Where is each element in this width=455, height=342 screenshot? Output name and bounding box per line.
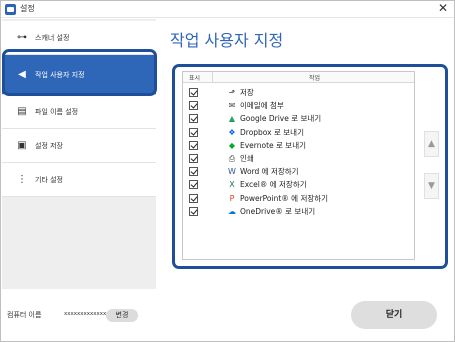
- task-list-item[interactable]: ⎙ 인쇄: [183, 152, 414, 166]
- show-checkbox[interactable]: [189, 180, 198, 190]
- task-list-item[interactable]: ▲ Google Drive 로 보내기: [183, 112, 414, 126]
- move-up-button[interactable]: ▲: [424, 131, 439, 157]
- task-label: Word 에 저장하기: [240, 167, 299, 177]
- task-list-item[interactable]: ☁ OneDrive® 로 보내기: [183, 205, 414, 219]
- google-drive-icon: ▲: [228, 114, 236, 124]
- file-name-icon: ▤: [17, 106, 27, 117]
- sidebar-item-other-settings[interactable]: ⋮ 기타 설정: [2, 163, 156, 197]
- task-label: 저장: [240, 88, 254, 97]
- word-icon: W: [228, 167, 236, 177]
- show-checkbox[interactable]: [189, 167, 198, 177]
- powerpoint-icon: P: [229, 193, 235, 203]
- close-button[interactable]: 닫기: [351, 301, 437, 329]
- task-list-item[interactable]: ✉ 이메일에 첨부: [183, 99, 414, 113]
- save-settings-icon: ▣: [17, 140, 27, 151]
- show-checkbox[interactable]: [189, 127, 198, 137]
- show-checkbox[interactable]: [189, 114, 198, 124]
- task-label: PowerPoint® 에 저장하기: [240, 193, 329, 203]
- show-checkbox[interactable]: [189, 206, 198, 216]
- sidebar-item-label: 작업 사용자 지정: [35, 71, 85, 79]
- settings-window: 설정 ✕ ⊶ 스캐너 설정 ◀ 작업 사용자 지정 ▤ 파일 이름 설정 ▣ 설…: [0, 0, 455, 342]
- task-list-item[interactable]: W Word 에 저장하기: [183, 165, 414, 179]
- scanner-cable-icon: ⊶: [17, 32, 27, 43]
- save-folder-icon: ⬏: [228, 88, 236, 97]
- app-icon: [5, 4, 16, 15]
- dropbox-icon: ❖: [228, 127, 236, 137]
- sidebar-item-label: 파일 이름 설정: [35, 108, 79, 116]
- window-title: 설정: [20, 4, 35, 13]
- column-header-show: 표시: [189, 75, 201, 82]
- title-bar: 설정 ✕: [1, 1, 454, 18]
- move-down-button[interactable]: ▼: [424, 173, 439, 199]
- computer-name-label: 컴퓨터 이름: [7, 311, 42, 319]
- sidebar-item-label: 설정 저장: [35, 142, 63, 150]
- change-computer-name-button[interactable]: 변경: [106, 309, 138, 322]
- email-icon: ✉: [228, 101, 236, 111]
- page-title: 작업 사용자 지정: [170, 31, 284, 50]
- sidebar-item-customize-actions[interactable]: ◀ 작업 사용자 지정: [2, 55, 156, 95]
- task-list-header: 표시 작업: [183, 72, 414, 83]
- task-label: 이메일에 첨부: [240, 101, 284, 111]
- task-list-item[interactable]: ◆ Evernote 로 보내기: [183, 139, 414, 153]
- onedrive-icon: ☁: [228, 206, 236, 216]
- task-list-item[interactable]: ⬏ 저장: [183, 86, 414, 100]
- task-list: 표시 작업 ⬏ 저장 ✉ 이메일에 첨부 ▲ Google Drive 로 보내기 ❖ Dro…: [182, 71, 415, 260]
- task-label: Excel® 에 저장하기: [240, 180, 307, 190]
- show-checkbox[interactable]: [189, 154, 198, 163]
- more-options-icon: ⋮: [17, 174, 27, 185]
- printer-icon: ⎙: [228, 154, 236, 163]
- task-list-item[interactable]: X Excel® 에 저장하기: [183, 178, 414, 192]
- sidebar: ⊶ 스캐너 설정 ◀ 작업 사용자 지정 ▤ 파일 이름 설정 ▣ 설정 저장 …: [2, 19, 156, 289]
- excel-icon: X: [229, 180, 235, 190]
- show-checkbox[interactable]: [189, 88, 198, 97]
- send-arrow-icon: ◀: [18, 69, 26, 80]
- task-label: 인쇄: [240, 154, 254, 163]
- column-divider: [212, 72, 213, 83]
- arrow-down-icon: ▼: [428, 181, 435, 191]
- task-label: OneDrive® 로 보내기: [240, 206, 316, 216]
- sidebar-item-label: 기타 설정: [35, 176, 63, 184]
- task-label: Dropbox 로 보내기: [240, 127, 304, 137]
- show-checkbox[interactable]: [189, 101, 198, 111]
- sidebar-item-scanner-settings[interactable]: ⊶ 스캐너 설정: [2, 21, 156, 55]
- column-header-task: 작업: [309, 75, 321, 82]
- task-list-item[interactable]: P PowerPoint® 에 저장하기: [183, 192, 414, 206]
- show-checkbox[interactable]: [189, 140, 198, 150]
- sidebar-item-save-settings[interactable]: ▣ 설정 저장: [2, 129, 156, 163]
- close-icon[interactable]: ✕: [438, 1, 448, 16]
- task-label: Google Drive 로 보내기: [240, 114, 322, 124]
- show-checkbox[interactable]: [189, 193, 198, 203]
- evernote-icon: ◆: [228, 140, 236, 150]
- task-list-item[interactable]: ❖ Dropbox 로 보내기: [183, 126, 414, 140]
- sidebar-item-file-name-settings[interactable]: ▤ 파일 이름 설정: [2, 95, 156, 129]
- arrow-up-icon: ▲: [428, 139, 435, 149]
- sidebar-item-label: 스캐너 설정: [35, 34, 70, 42]
- task-label: Evernote 로 보내기: [240, 140, 307, 150]
